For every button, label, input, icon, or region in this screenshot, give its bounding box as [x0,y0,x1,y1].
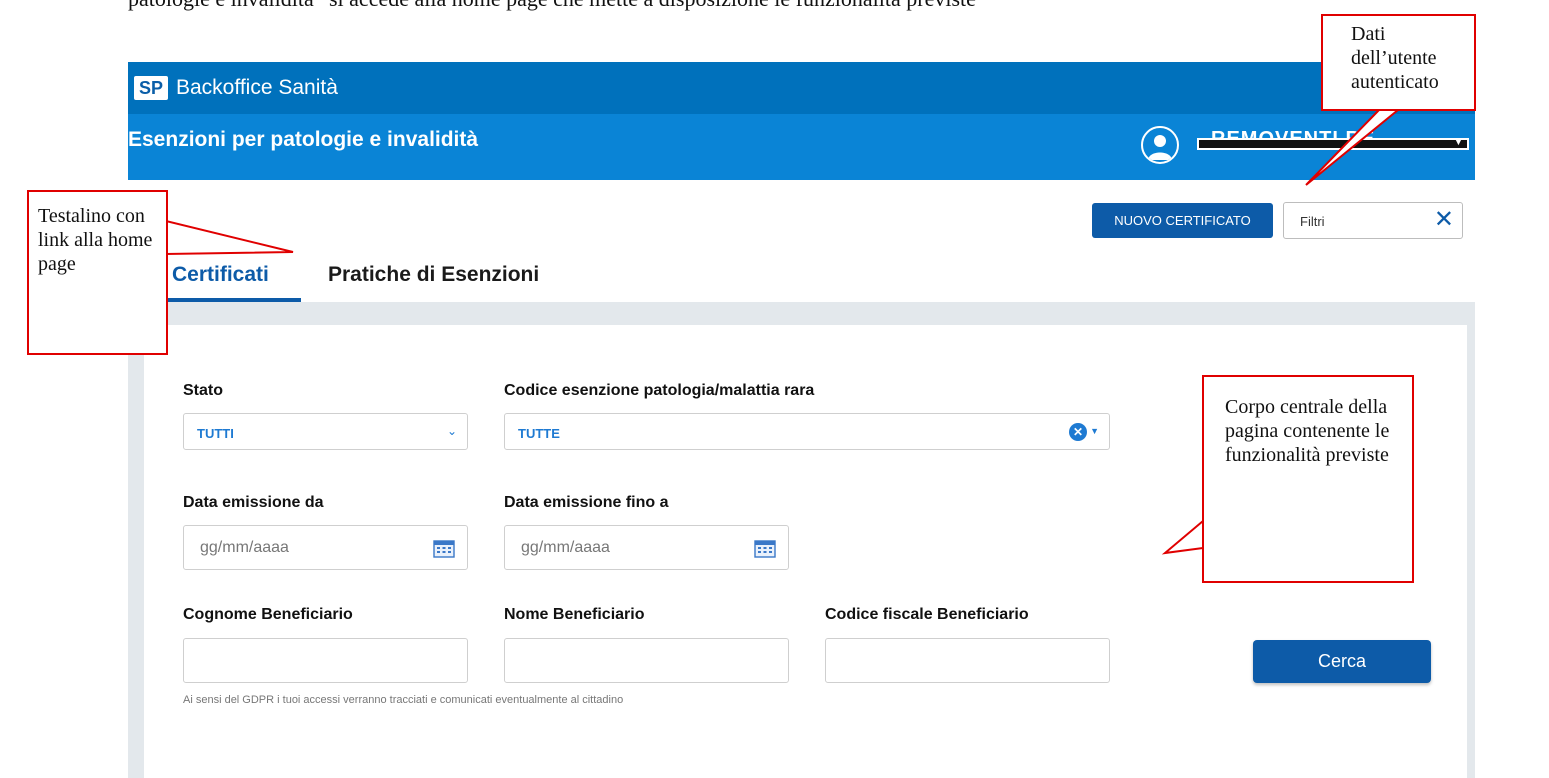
stato-value: TUTTI [197,426,234,441]
chevron-down-icon: ⌄ [446,424,457,438]
filters-label: Filtri [1300,214,1325,229]
user-data-callout: Dati dell’utente autenticato [1321,14,1476,111]
nome-input[interactable] [504,638,789,683]
gdpr-note: Ai sensi del GDPR i tuoi accessi verrann… [183,694,624,706]
calendar-icon[interactable] [754,539,776,558]
cognome-input[interactable] [183,638,468,683]
data-emissione-da-placeholder: gg/mm/aaaa [200,539,289,556]
clear-selection-icon[interactable]: ✕ [1069,423,1087,441]
codice-fiscale-label: Codice fiscale Beneficiario [825,606,1029,623]
user-menu-chevron-icon[interactable]: ▼ [1453,136,1464,148]
module-header: Esenzioni per patologie e invalidità REM… [128,114,1475,180]
codice-esenzione-value: TUTTE [518,426,560,441]
search-button[interactable]: Cerca [1253,640,1431,683]
stato-label: Stato [183,382,223,399]
caret-down-icon[interactable]: ▼ [1090,426,1099,436]
codice-esenzione-label: Codice esenzione patologia/malattia rara [504,382,815,399]
data-emissione-a-input[interactable]: gg/mm/aaaa [504,525,789,570]
new-certificate-button[interactable]: NUOVO CERTIFICATO [1092,203,1273,238]
data-emissione-da-label: Data emissione da [183,494,324,511]
top-bar: SP Backoffice Sanità [128,62,1475,114]
codice-fiscale-input[interactable] [825,638,1110,683]
app-logo[interactable]: SP [134,76,168,100]
module-title[interactable]: Esenzioni per patologie e invalidità [128,128,478,152]
calendar-icon[interactable] [433,539,455,558]
tab-certificati[interactable]: Certificati [172,263,269,287]
close-icon[interactable]: ✕ [1434,207,1454,233]
filters-toggle[interactable]: Filtri ✕ [1283,202,1463,239]
data-emissione-da-input[interactable]: gg/mm/aaaa [183,525,468,570]
header-link-callout: Testalino con link alla home page [27,190,168,355]
data-emissione-a-label: Data emissione fino a [504,494,669,511]
app-title[interactable]: Backoffice Sanità [176,76,338,100]
stato-select[interactable]: TUTTI ⌄ [183,413,468,450]
document-intro-text: patologie e invalidità” si accede alla h… [128,0,976,12]
tab-pratiche-esenzioni[interactable]: Pratiche di Esenzioni [328,263,539,287]
data-emissione-a-placeholder: gg/mm/aaaa [521,539,610,556]
codice-esenzione-select[interactable]: TUTTE ✕ ▼ [504,413,1110,450]
user-avatar-icon[interactable] [1141,126,1179,164]
cognome-label: Cognome Beneficiario [183,606,353,623]
nome-label: Nome Beneficiario [504,606,645,623]
user-name-redaction-bar [1199,140,1467,148]
central-body-callout: Corpo centrale della pagina contenente l… [1202,375,1414,583]
